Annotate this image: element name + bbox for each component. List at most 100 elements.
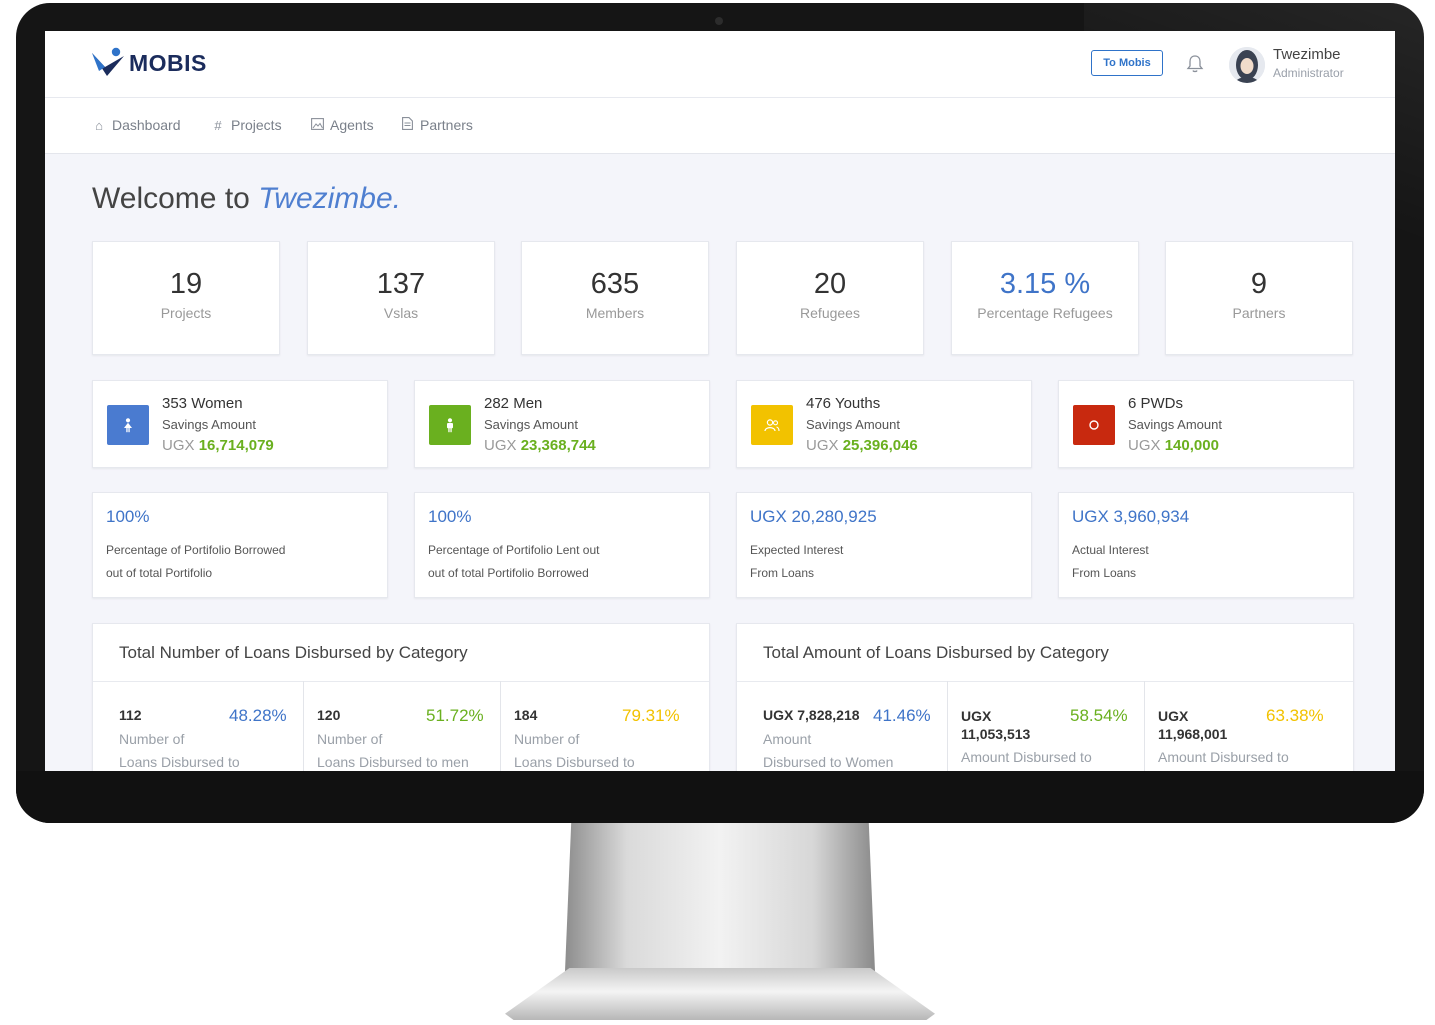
cell-sublabel: Loans Disbursed to	[514, 754, 635, 770]
monitor-chin	[16, 771, 1424, 823]
portfolio-label: Percentage of Portifolio Lent out	[428, 543, 600, 557]
portfolio-card-borrowed[interactable]: 100% Percentage of Portifolio Borrowed o…	[92, 492, 388, 598]
user-name[interactable]: Twezimbe	[1273, 46, 1341, 63]
portfolio-label: Expected Interest	[750, 543, 844, 557]
demographic-subtitle: Savings Amount	[162, 417, 256, 432]
loans-amount-title: Total Amount of Loans Disbursed by Categ…	[737, 624, 1353, 682]
cell-percentage: 58.54%	[1070, 706, 1128, 725]
portfolio-label: Percentage of Portifolio Borrowed	[106, 543, 286, 557]
welcome-name: Twezimbe.	[258, 182, 401, 215]
portfolio-value: UGX 3,960,934	[1072, 507, 1190, 526]
demographic-amount: UGX 140,000	[1128, 437, 1219, 454]
cell-number: UGX 7,828,218	[763, 707, 860, 723]
cell-number: 120	[317, 707, 341, 723]
stat-label: Projects	[160, 305, 212, 321]
demographic-card-pwds[interactable]: 6 PWDs Savings Amount UGX 140,000	[1058, 380, 1354, 468]
cell-number: 112	[119, 707, 142, 723]
demographic-title: 282 Men	[484, 395, 543, 412]
demographic-subtitle: Savings Amount	[484, 417, 578, 432]
loans-number-cell[interactable]: 120 51.72% Number of Loans Disbursed to …	[303, 681, 500, 771]
logo[interactable]: MOBIS	[91, 47, 207, 79]
portfolio-value: UGX 20,280,925	[750, 507, 877, 526]
cell-sublabel: Loans Disbursed to men	[317, 754, 469, 770]
loans-number-title: Total Number of Loans Disbursed by Categ…	[93, 624, 709, 682]
image-icon	[310, 117, 324, 133]
screen: MOBIS To Mobis Twezimbe Administrator ⌂ …	[45, 31, 1395, 771]
portfolio-label: Actual Interest	[1072, 543, 1149, 557]
portfolio-card-actual-interest[interactable]: UGX 3,960,934 Actual Interest From Loans	[1058, 492, 1354, 598]
monitor-stand-base	[505, 968, 935, 1020]
demographic-title: 6 PWDs	[1128, 395, 1184, 412]
stat-label: Partners	[1232, 305, 1286, 321]
nav-partners[interactable]: Partners	[400, 117, 473, 133]
logo-icon	[91, 47, 127, 79]
nav-projects[interactable]: # Projects	[211, 117, 281, 133]
nav-dashboard[interactable]: ⌂ Dashboard	[92, 117, 180, 133]
cell-percentage: 48.28%	[229, 706, 287, 725]
portfolio-sublabel: From Loans	[750, 566, 815, 580]
cell-percentage: 51.72%	[426, 706, 484, 725]
user-role: Administrator	[1273, 66, 1344, 80]
stat-label: Vslas	[383, 305, 419, 321]
demographic-card-youths[interactable]: 476 Youths Savings Amount UGX 25,396,046	[736, 380, 1032, 468]
portfolio-card-expected-interest[interactable]: UGX 20,280,925 Expected Interest From Lo…	[736, 492, 1032, 598]
cell-label: Number of	[514, 731, 580, 747]
brand-name: MOBIS	[129, 49, 207, 76]
demographic-title: 476 Youths	[806, 395, 881, 412]
stat-label: Members	[585, 305, 645, 321]
stat-card-members[interactable]: 635 Members	[521, 241, 709, 355]
page-title: Welcome to Twezimbe.	[92, 182, 401, 216]
cell-percentage: 41.46%	[873, 706, 931, 725]
demographic-card-men[interactable]: 282 Men Savings Amount UGX 23,368,744	[414, 380, 710, 468]
stat-value: 9	[1250, 268, 1268, 300]
nav-partners-label: Partners	[420, 117, 473, 133]
avatar[interactable]	[1229, 47, 1265, 83]
demographic-amount: UGX 25,396,046	[806, 437, 918, 454]
camera-icon	[715, 17, 723, 25]
cell-percentage: 79.31%	[622, 706, 680, 725]
circle-icon	[1073, 405, 1115, 445]
portfolio-sublabel: out of total Portifolio	[106, 566, 213, 580]
top-bar: MOBIS To Mobis Twezimbe Administrator	[45, 31, 1395, 98]
loans-amount-cell[interactable]: UGX 11,968,001 63.38% Amount Disbursed t…	[1144, 681, 1354, 771]
stat-card-refugees[interactable]: 20 Refugees	[736, 241, 924, 355]
stat-value: 20	[813, 268, 847, 300]
main-nav: ⌂ Dashboard # Projects Agents Partners	[45, 98, 1395, 154]
loans-amount-cell[interactable]: UGX 7,828,218 41.46% Amount Disbursed to…	[737, 681, 947, 771]
portfolio-value: 100%	[106, 507, 150, 526]
stat-value: 635	[590, 268, 640, 300]
to-mobis-button[interactable]: To Mobis	[1091, 50, 1163, 76]
stat-card-projects[interactable]: 19 Projects	[92, 241, 280, 355]
cell-label: Number of	[317, 731, 383, 747]
cell-label: Number of	[119, 731, 185, 747]
cell-sublabel: Disbursed to Women	[763, 754, 894, 770]
demographic-amount: UGX 16,714,079	[162, 437, 274, 454]
nav-agents[interactable]: Agents	[310, 117, 374, 133]
home-icon: ⌂	[95, 117, 103, 133]
cell-sublabel: Loans Disbursed to	[119, 754, 240, 770]
demographic-title: 353 Women	[162, 395, 243, 412]
stat-card-vslas[interactable]: 137 Vslas	[307, 241, 495, 355]
cell-label: Amount Disbursed to	[1158, 749, 1289, 765]
portfolio-sublabel: out of total Portifolio Borrowed	[428, 566, 589, 580]
document-icon	[400, 117, 414, 133]
female-icon	[107, 405, 149, 445]
stat-label: Percentage Refugees	[977, 305, 1113, 321]
loans-number-cell[interactable]: 184 79.31% Number of Loans Disbursed to	[500, 681, 710, 771]
cell-number: UGX 11,053,513	[961, 708, 1031, 742]
cell-label: Amount Disbursed to	[961, 749, 1092, 765]
loans-amount-cell[interactable]: UGX 11,053,513 58.54% Amount Disbursed t…	[947, 681, 1144, 771]
bell-icon[interactable]	[1186, 54, 1204, 74]
loans-number-cell[interactable]: 112 48.28% Number of Loans Disbursed to	[93, 681, 303, 771]
demographic-card-women[interactable]: 353 Women Savings Amount UGX 16,714,079	[92, 380, 388, 468]
cell-label: Amount	[763, 731, 812, 747]
male-icon	[429, 405, 471, 445]
welcome-prefix: Welcome to	[92, 182, 250, 215]
stat-card-percentage-refugees[interactable]: 3.15 % Percentage Refugees	[951, 241, 1139, 355]
cell-percentage: 63.38%	[1266, 706, 1324, 725]
portfolio-sublabel: From Loans	[1072, 566, 1137, 580]
hash-icon: #	[214, 117, 222, 133]
portfolio-card-lent-out[interactable]: 100% Percentage of Portifolio Lent out o…	[414, 492, 710, 598]
demographic-amount: UGX 23,368,744	[484, 437, 596, 454]
stat-card-partners[interactable]: 9 Partners	[1165, 241, 1353, 355]
